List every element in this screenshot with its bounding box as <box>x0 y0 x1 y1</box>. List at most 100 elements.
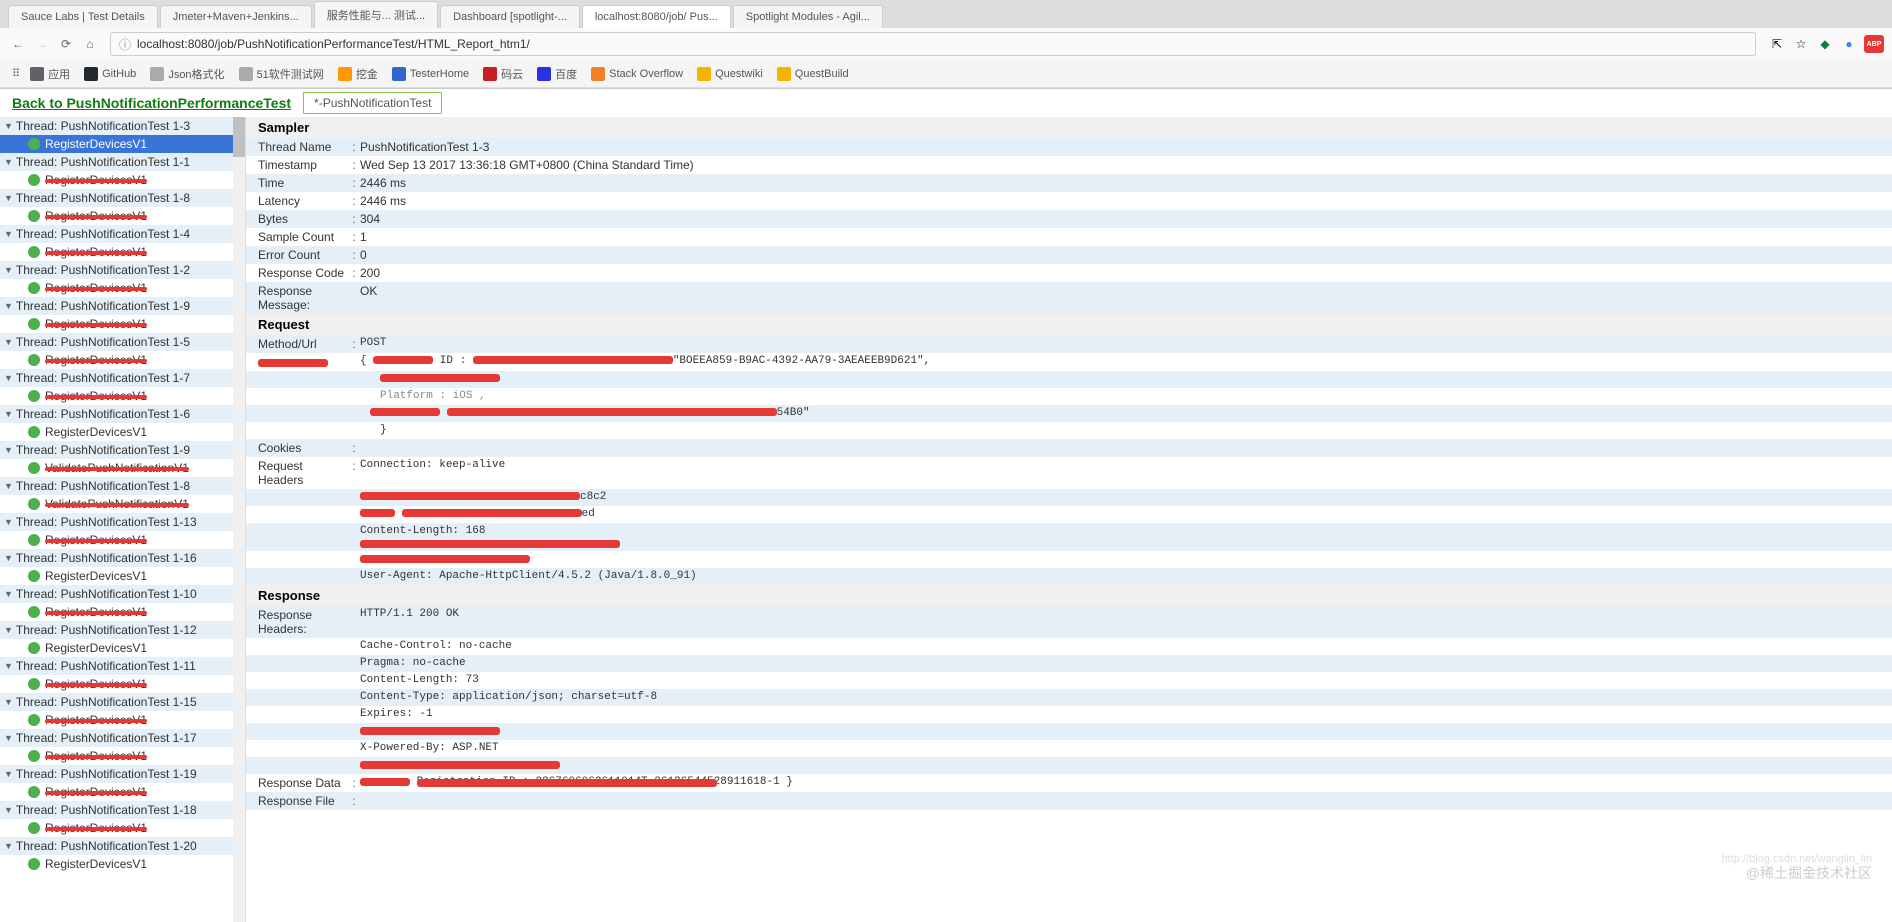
chevron-down-icon: ▼ <box>4 733 13 743</box>
star-icon[interactable]: ☆ <box>1792 35 1810 53</box>
section-sampler: Sampler <box>246 117 1892 138</box>
bookmark-item[interactable]: GitHub <box>84 67 136 81</box>
tree-leaf[interactable]: RegisterDevicesV1 <box>0 675 245 693</box>
tree-leaf[interactable]: RegisterDevicesV1 <box>0 351 245 369</box>
tree-leaf[interactable]: RegisterDevicesV1 <box>0 387 245 405</box>
success-icon <box>28 210 40 222</box>
chevron-down-icon: ▼ <box>4 265 13 275</box>
tree-thread[interactable]: ▼Thread: PushNotificationTest 1-13 <box>0 513 245 531</box>
tree-thread[interactable]: ▼Thread: PushNotificationTest 1-17 <box>0 729 245 747</box>
ext-icon[interactable]: ◆ <box>1816 35 1834 53</box>
abp-icon[interactable]: ABP <box>1864 35 1884 53</box>
tree-thread[interactable]: ▼Thread: PushNotificationTest 1-8 <box>0 189 245 207</box>
tree-thread[interactable]: ▼Thread: PushNotificationTest 1-4 <box>0 225 245 243</box>
chevron-down-icon: ▼ <box>4 841 13 851</box>
success-icon <box>28 174 40 186</box>
tree-thread[interactable]: ▼Thread: PushNotificationTest 1-9 <box>0 297 245 315</box>
ext-icon[interactable]: ● <box>1840 35 1858 53</box>
tree-thread[interactable]: ▼Thread: PushNotificationTest 1-9 <box>0 441 245 459</box>
browser-tab[interactable]: 服务性能与... 测试... <box>314 1 438 28</box>
tree-leaf[interactable]: RegisterDevicesV1 <box>0 243 245 261</box>
success-icon <box>28 642 40 654</box>
tree-leaf[interactable]: RegisterDevicesV1 <box>0 855 245 873</box>
tree-leaf[interactable]: ValidatePushNotificationV1 <box>0 459 245 477</box>
info-icon: ⓘ <box>119 36 131 53</box>
tree-thread[interactable]: ▼Thread: PushNotificationTest 1-7 <box>0 369 245 387</box>
tree-thread[interactable]: ▼Thread: PushNotificationTest 1-19 <box>0 765 245 783</box>
bookmark-item[interactable]: 51软件测试网 <box>239 66 324 82</box>
nav-bar: ← → ⟳ ⌂ ⓘ localhost:8080/job/PushNotific… <box>0 28 1892 60</box>
chevron-down-icon: ▼ <box>4 589 13 599</box>
chevron-down-icon: ▼ <box>4 373 13 383</box>
tree-leaf[interactable]: RegisterDevicesV1 <box>0 711 245 729</box>
bookmark-item[interactable]: QuestBuild <box>777 67 849 81</box>
tree-leaf[interactable]: RegisterDevicesV1 <box>0 747 245 765</box>
back-icon[interactable]: ← <box>8 34 28 54</box>
tree-thread[interactable]: ▼Thread: PushNotificationTest 1-3 <box>0 117 245 135</box>
browser-tab-active[interactable]: localhost:8080/job/ Pus... <box>582 5 731 28</box>
bookmark-item[interactable]: Stack Overflow <box>591 67 683 81</box>
tree-leaf[interactable]: ValidatePushNotificationV1 <box>0 495 245 513</box>
bookmark-icon[interactable]: ⇱ <box>1768 35 1786 53</box>
bookmark-item[interactable]: TesterHome <box>392 67 469 81</box>
chevron-down-icon: ▼ <box>4 301 13 311</box>
watermark-secondary: http://blog.csdn.net/wanglin_lin <box>1722 853 1872 865</box>
chevron-down-icon: ▼ <box>4 769 13 779</box>
tree-leaf[interactable]: RegisterDevicesV1 <box>0 315 245 333</box>
tree-leaf[interactable]: RegisterDevicesV1 <box>0 567 245 585</box>
reload-icon[interactable]: ⟳ <box>56 34 76 54</box>
tree-leaf[interactable]: RegisterDevicesV1 <box>0 207 245 225</box>
back-link[interactable]: Back to PushNotificationPerformanceTest <box>12 95 291 111</box>
browser-tab[interactable]: Sauce Labs | Test Details <box>8 5 158 28</box>
tree-thread[interactable]: ▼Thread: PushNotificationTest 1-12 <box>0 621 245 639</box>
chevron-down-icon: ▼ <box>4 697 13 707</box>
success-icon <box>28 354 40 366</box>
success-icon <box>28 534 40 546</box>
tree-thread[interactable]: ▼Thread: PushNotificationTest 1-2 <box>0 261 245 279</box>
success-icon <box>28 390 40 402</box>
browser-tab[interactable]: Dashboard [spotlight-... <box>440 5 580 28</box>
chevron-down-icon: ▼ <box>4 625 13 635</box>
tab-strip: Sauce Labs | Test Details Jmeter+Maven+J… <box>0 0 1892 28</box>
tree-thread[interactable]: ▼Thread: PushNotificationTest 1-5 <box>0 333 245 351</box>
bookmark-item[interactable]: 百度 <box>537 66 577 82</box>
tree-thread[interactable]: ▼Thread: PushNotificationTest 1-16 <box>0 549 245 567</box>
url-text: localhost:8080/job/PushNotificationPerfo… <box>137 37 530 51</box>
success-icon <box>28 246 40 258</box>
scrollbar-thumb[interactable] <box>233 117 245 157</box>
tree-thread[interactable]: ▼Thread: PushNotificationTest 1-15 <box>0 693 245 711</box>
tree-leaf[interactable]: RegisterDevicesV1 <box>0 603 245 621</box>
tree-leaf[interactable]: RegisterDevicesV1 <box>0 783 245 801</box>
report-tab[interactable]: *-PushNotificationTest <box>303 92 442 114</box>
bookmark-item[interactable]: Json格式化 <box>150 66 224 82</box>
tree-leaf[interactable]: RegisterDevicesV1 <box>0 423 245 441</box>
tree-thread[interactable]: ▼Thread: PushNotificationTest 1-1 <box>0 153 245 171</box>
scrollbar[interactable] <box>233 117 245 922</box>
bookmark-item[interactable]: 码云 <box>483 66 523 82</box>
tree-thread[interactable]: ▼Thread: PushNotificationTest 1-8 <box>0 477 245 495</box>
tree-leaf[interactable]: RegisterDevicesV1 <box>0 279 245 297</box>
browser-tab[interactable]: Spotlight Modules - Agil... <box>733 5 883 28</box>
tree-leaf[interactable]: RegisterDevicesV1 <box>0 135 245 153</box>
url-bar[interactable]: ⓘ localhost:8080/job/PushNotificationPer… <box>110 32 1756 56</box>
forward-icon[interactable]: → <box>32 34 52 54</box>
success-icon <box>28 498 40 510</box>
browser-tab[interactable]: Jmeter+Maven+Jenkins... <box>160 5 312 28</box>
tree-leaf[interactable]: RegisterDevicesV1 <box>0 171 245 189</box>
bookmark-item[interactable]: Questwiki <box>697 67 763 81</box>
chevron-down-icon: ▼ <box>4 157 13 167</box>
sidebar-tree[interactable]: ▼Thread: PushNotificationTest 1-3Registe… <box>0 117 246 922</box>
success-icon <box>28 318 40 330</box>
bookmark-item[interactable]: 挖金 <box>338 66 378 82</box>
tree-thread[interactable]: ▼Thread: PushNotificationTest 1-18 <box>0 801 245 819</box>
tree-thread[interactable]: ▼Thread: PushNotificationTest 1-6 <box>0 405 245 423</box>
tree-leaf[interactable]: RegisterDevicesV1 <box>0 639 245 657</box>
tree-thread[interactable]: ▼Thread: PushNotificationTest 1-10 <box>0 585 245 603</box>
tree-thread[interactable]: ▼Thread: PushNotificationTest 1-11 <box>0 657 245 675</box>
tree-thread[interactable]: ▼Thread: PushNotificationTest 1-20 <box>0 837 245 855</box>
tree-leaf[interactable]: RegisterDevicesV1 <box>0 531 245 549</box>
home-icon[interactable]: ⌂ <box>80 34 100 54</box>
bookmark-item[interactable]: 应用 <box>30 66 70 82</box>
tree-leaf[interactable]: RegisterDevicesV1 <box>0 819 245 837</box>
chevron-down-icon: ▼ <box>4 805 13 815</box>
